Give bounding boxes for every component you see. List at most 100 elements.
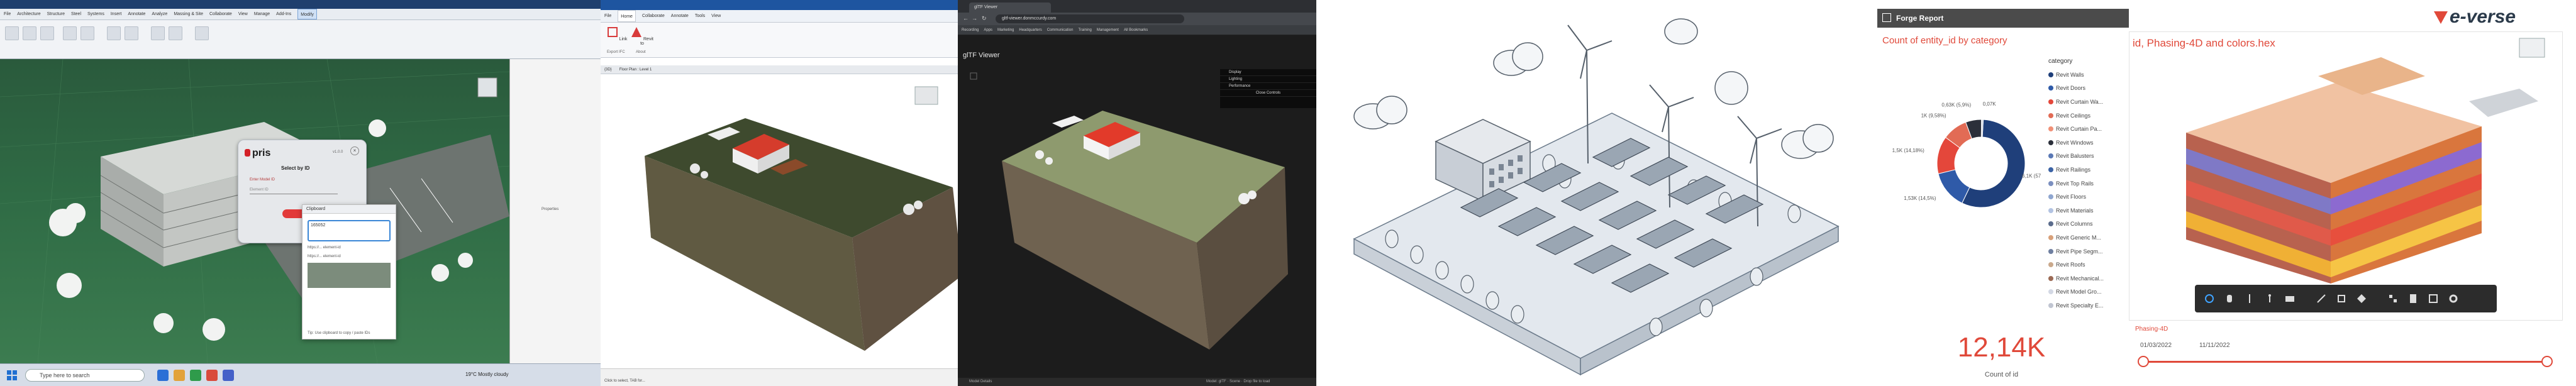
ribbon-tab[interactable]: Tools (695, 10, 705, 22)
menu-item-lighting[interactable]: Lighting (1220, 76, 1316, 83)
folder-icon[interactable] (174, 370, 185, 381)
model-browser-icon[interactable] (2387, 293, 2399, 304)
ribbon-tab-active[interactable]: Modify (297, 9, 317, 19)
ribbon-tab[interactable]: Analyze (152, 9, 167, 19)
explode-icon[interactable] (2356, 293, 2367, 304)
legend-item[interactable]: Revit Columns (2048, 218, 2104, 231)
orbit-icon[interactable] (2204, 293, 2215, 304)
tool-button[interactable] (40, 26, 54, 40)
tool-button[interactable] (5, 26, 19, 40)
forward-icon[interactable]: → (972, 15, 977, 21)
bookmark[interactable]: All Bookmarks (1124, 25, 1148, 35)
legend-item[interactable]: Revit Pipe Segm... (2048, 245, 2104, 258)
legend-item[interactable]: Revit Mechanical... (2048, 272, 2104, 285)
ribbon-tab[interactable]: File (4, 9, 11, 19)
bookmark[interactable]: Communication (1047, 25, 1074, 35)
pan-hand-icon[interactable] (2224, 293, 2235, 304)
fullscreen-icon[interactable] (2428, 293, 2439, 304)
tool-button[interactable] (63, 26, 77, 40)
link-tool-button[interactable]: Link (604, 26, 630, 41)
camera-icon[interactable] (2284, 293, 2296, 304)
app-icon[interactable] (223, 370, 234, 381)
windows-start-icon[interactable] (6, 370, 18, 381)
forge-model-viewer[interactable]: id, Phasing-4D and colors.hex (2129, 31, 2563, 321)
ribbon-tab[interactable]: Annotate (671, 10, 689, 22)
legend-item[interactable]: Revit Specialty E... (2048, 299, 2104, 312)
legend-item[interactable]: Revit Curtain Wa... (2048, 95, 2104, 109)
measure-icon[interactable] (2316, 293, 2327, 304)
tool-button[interactable] (23, 26, 36, 40)
ribbon-tab[interactable]: Add-Ins (276, 9, 291, 19)
properties-icon[interactable] (2407, 293, 2419, 304)
tool-button[interactable] (107, 26, 121, 40)
slider-handle-end[interactable] (2541, 356, 2553, 367)
bookmark[interactable]: Training (1078, 25, 1091, 35)
tool-button[interactable] (151, 26, 165, 40)
close-controls-button[interactable]: Close Controls (1220, 90, 1316, 97)
bookmark[interactable]: Recording (962, 25, 979, 35)
legend-item[interactable]: Revit Top Rails (2048, 177, 2104, 190)
ribbon-tab[interactable]: Structure (47, 9, 65, 19)
ribbon-tab[interactable]: Insert (111, 9, 122, 19)
app-icon[interactable] (190, 370, 201, 381)
ribbon-tab[interactable]: Collaborate (642, 10, 665, 22)
model-id-input[interactable]: Element ID (250, 185, 338, 194)
ribbon-tab[interactable]: Manage (254, 9, 270, 19)
ribbon-tab[interactable]: Architecture (17, 9, 40, 19)
address-bar[interactable]: gltf-viewer.donmccurdy.com (996, 14, 1184, 23)
ribbon-tab[interactable]: View (711, 10, 721, 22)
browser-tab[interactable]: glTF Viewer (969, 3, 1051, 13)
close-icon[interactable]: × (350, 146, 359, 155)
legend-item[interactable]: Revit Materials (2048, 204, 2104, 218)
clipboard-field[interactable]: 165052 (308, 220, 391, 241)
app-icon[interactable] (157, 370, 169, 381)
model-details-link[interactable]: Model Details (969, 378, 992, 386)
section-icon[interactable] (2336, 293, 2347, 304)
donut-chart[interactable]: 6,1K (57%) 1,53K (14,5%) 1,5K (14,18%) 1K (… (1877, 94, 2041, 245)
tool-button[interactable] (195, 26, 209, 40)
date-start[interactable]: 01/03/2022 (2140, 342, 2172, 349)
gltf-viewport[interactable]: glTF Viewer Display Lighting Performance… (958, 35, 1316, 378)
legend-item[interactable]: Revit Doors (2048, 82, 2104, 96)
bookmark[interactable]: Management (1097, 25, 1119, 35)
ribbon-tab[interactable]: Annotate (128, 9, 145, 19)
menu-item-performance[interactable]: Performance (1220, 83, 1316, 90)
legend-item[interactable]: Revit Walls (2048, 68, 2104, 82)
ribbon-tab[interactable]: Steel (71, 9, 81, 19)
legend-item[interactable]: Revit Curtain Pa... (2048, 122, 2104, 136)
legend-item[interactable]: Revit Model Gro... (2048, 285, 2104, 299)
app-icon[interactable] (206, 370, 218, 381)
bookmark[interactable]: Apps (984, 25, 992, 35)
slider-handle-start[interactable] (2138, 356, 2149, 367)
tool-button[interactable] (169, 26, 182, 40)
clipboard-item[interactable]: https://... element-id (308, 254, 391, 259)
legend-item[interactable]: Revit Roofs (2048, 258, 2104, 272)
ribbon-tab[interactable]: Collaborate (209, 9, 232, 19)
revit-export-button[interactable]: Revit to (630, 26, 655, 46)
clipboard-item[interactable]: https://... element-id (308, 245, 391, 250)
bookmark[interactable]: Headquarters (1019, 25, 1041, 35)
tool-button[interactable] (125, 26, 138, 40)
reload-icon[interactable]: ↻ (982, 15, 987, 22)
legend-item[interactable]: Revit Balusters (2048, 150, 2104, 163)
bookmark[interactable]: Marketing (997, 25, 1014, 35)
ribbon-tab[interactable]: File (604, 10, 611, 22)
view-tab[interactable]: Floor Plan : Level 1 (619, 65, 652, 74)
date-end[interactable]: 11/11/2022 (2199, 342, 2230, 349)
menu-item-display[interactable]: Display (1220, 69, 1316, 76)
back-icon[interactable]: ← (963, 15, 969, 21)
ribbon-tab[interactable]: Systems (87, 9, 104, 19)
settings-gear-icon[interactable] (2448, 293, 2459, 304)
ribbon-tab[interactable]: View (238, 9, 248, 19)
legend-item[interactable]: Revit Generic M... (2048, 231, 2104, 245)
date-range-slider[interactable] (2143, 361, 2547, 363)
3d-viewport[interactable] (601, 74, 958, 368)
ribbon-tab-active[interactable]: Home (618, 10, 636, 22)
taskbar-search-input[interactable]: Type here to search (25, 369, 145, 382)
tool-button[interactable] (80, 26, 94, 40)
legend-item[interactable]: Revit Windows (2048, 136, 2104, 150)
legend-item[interactable]: Revit Ceilings (2048, 109, 2104, 123)
walk-icon[interactable] (2264, 293, 2275, 304)
legend-item[interactable]: Revit Railings (2048, 163, 2104, 177)
weather-tray[interactable]: 19°C Mostly cloudy (465, 372, 509, 377)
